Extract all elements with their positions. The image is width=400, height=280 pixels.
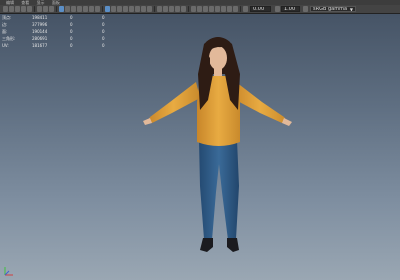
shoes xyxy=(200,238,239,252)
viewport-toolbar: 0.00 1.00 sRGB gamma ▼ xyxy=(0,5,400,14)
hud-icon[interactable] xyxy=(129,6,134,12)
gamma-icon[interactable] xyxy=(275,6,280,12)
3d-viewport[interactable]: 顶点: 198411 0 0 边: 377996 0 0 面: 190144 0… xyxy=(0,14,400,280)
resolution-gate-icon[interactable] xyxy=(49,6,54,12)
motion-blur-icon[interactable] xyxy=(147,6,152,12)
exposure-field[interactable]: 0.00 xyxy=(250,6,271,12)
camera-attributes-icon[interactable] xyxy=(9,6,14,12)
wireframe-icon[interactable] xyxy=(59,6,64,12)
smooth-shade-icon[interactable] xyxy=(65,6,70,12)
right-arm xyxy=(232,82,292,126)
grid-icon[interactable] xyxy=(37,6,42,12)
toolbar-divider xyxy=(34,6,35,12)
chevron-down-icon: ▼ xyxy=(349,7,353,12)
xray-icon[interactable] xyxy=(105,6,110,12)
rotate-icon[interactable] xyxy=(197,6,202,12)
textured-icon[interactable] xyxy=(77,6,82,12)
view-transform-icon[interactable] xyxy=(303,6,308,12)
camera-icon[interactable] xyxy=(181,6,186,12)
shadows-icon[interactable] xyxy=(89,6,94,12)
film-gate-icon[interactable] xyxy=(43,6,48,12)
left-arm xyxy=(143,82,200,125)
toolbar-divider xyxy=(188,6,189,12)
toolbar-divider xyxy=(102,6,103,12)
link-icon[interactable] xyxy=(215,6,220,12)
magnet-icon[interactable] xyxy=(169,6,174,12)
move-icon[interactable] xyxy=(191,6,196,12)
xray-joints-icon[interactable] xyxy=(111,6,116,12)
exposure-icon[interactable] xyxy=(243,6,248,12)
anti-alias-icon[interactable] xyxy=(135,6,140,12)
image-plane-icon[interactable] xyxy=(21,6,26,12)
colorspace-dropdown[interactable]: sRGB gamma ▼ xyxy=(310,6,356,12)
ipr-icon[interactable] xyxy=(233,6,238,12)
lights-icon[interactable] xyxy=(83,6,88,12)
scale-icon[interactable] xyxy=(203,6,208,12)
toolbar-divider xyxy=(240,6,241,12)
depth-of-field-icon[interactable] xyxy=(141,6,146,12)
backface-culling-icon[interactable] xyxy=(117,6,122,12)
snap-icon[interactable] xyxy=(209,6,214,12)
legs-jeans xyxy=(199,140,239,240)
gamma-field[interactable]: 1.00 xyxy=(281,6,300,12)
ambient-occlusion-icon[interactable] xyxy=(95,6,100,12)
select-camera-icon[interactable] xyxy=(3,6,8,12)
filter-icon[interactable] xyxy=(157,6,162,12)
toolbar-divider xyxy=(56,6,57,12)
pivot-icon[interactable] xyxy=(221,6,226,12)
grease-pencil-icon[interactable] xyxy=(27,6,32,12)
render-icon[interactable] xyxy=(227,6,232,12)
wireframe-on-shaded-icon[interactable] xyxy=(71,6,76,12)
toolbar-divider xyxy=(154,6,155,12)
character-model[interactable] xyxy=(0,14,400,280)
colorspace-label: sRGB gamma xyxy=(313,6,348,12)
search-icon[interactable] xyxy=(175,6,180,12)
axis-indicator-icon xyxy=(4,267,13,276)
bookmark-icon[interactable] xyxy=(15,6,20,12)
isolate-select-icon[interactable] xyxy=(123,6,128,12)
chevron-down-icon[interactable] xyxy=(163,6,168,12)
